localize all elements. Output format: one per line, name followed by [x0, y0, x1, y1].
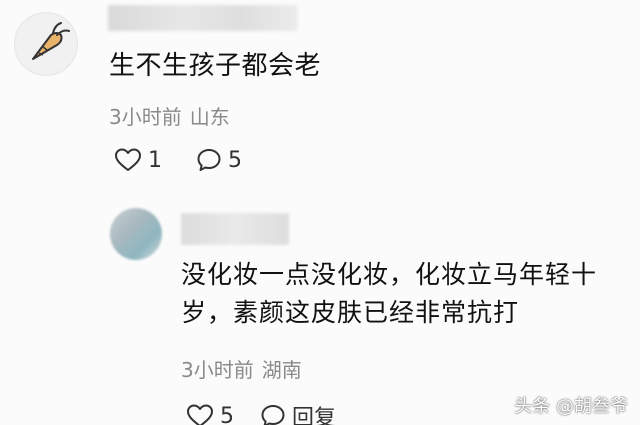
- reply-like-count: 5: [220, 403, 234, 425]
- reply-count: 5: [228, 147, 242, 173]
- reply-actions: 5 回复: [186, 400, 336, 425]
- comment-text: 生不生孩子都会老: [109, 51, 322, 81]
- like-count: 1: [148, 147, 162, 173]
- comment-location: 山东: [189, 105, 230, 129]
- comment-actions: 1 5: [114, 147, 242, 173]
- reply-time: 3小时前: [181, 358, 254, 382]
- commenter-avatar[interactable]: [14, 12, 78, 76]
- comment-meta: 3小时前 山东: [109, 101, 230, 130]
- heart-outline-icon: [187, 404, 213, 425]
- source-watermark: 头条 @胡叁爷: [514, 396, 628, 417]
- carrot-avatar-icon: [32, 22, 70, 60]
- comment-time: 3小时前: [109, 105, 182, 129]
- reply-like-button[interactable]: 5: [186, 403, 234, 425]
- replier-avatar[interactable]: [110, 208, 162, 260]
- like-button[interactable]: 1: [114, 147, 162, 173]
- reply-count-button[interactable]: 5: [196, 147, 242, 173]
- comment-thread: 生不生孩子都会老 3小时前 山东 1 5 没化妆一点没化妆，化妆立马年轻十岁，素颜…: [0, 0, 640, 425]
- speech-bubble-icon: [261, 405, 285, 425]
- reply-button-label: 回复: [292, 406, 337, 425]
- heart-outline-icon: [115, 148, 141, 171]
- reply-button[interactable]: 回复: [260, 400, 336, 425]
- reply-meta: 3小时前 湖南: [181, 354, 302, 383]
- reply-location: 湖南: [261, 358, 302, 382]
- replier-name-blurred: [181, 213, 289, 245]
- speech-bubble-icon: [197, 149, 221, 171]
- commenter-name-blurred: [108, 5, 298, 31]
- reply-text: 没化妆一点没化妆，化妆立马年轻十岁，素颜这皮肤已经非常抗打: [181, 260, 598, 327]
